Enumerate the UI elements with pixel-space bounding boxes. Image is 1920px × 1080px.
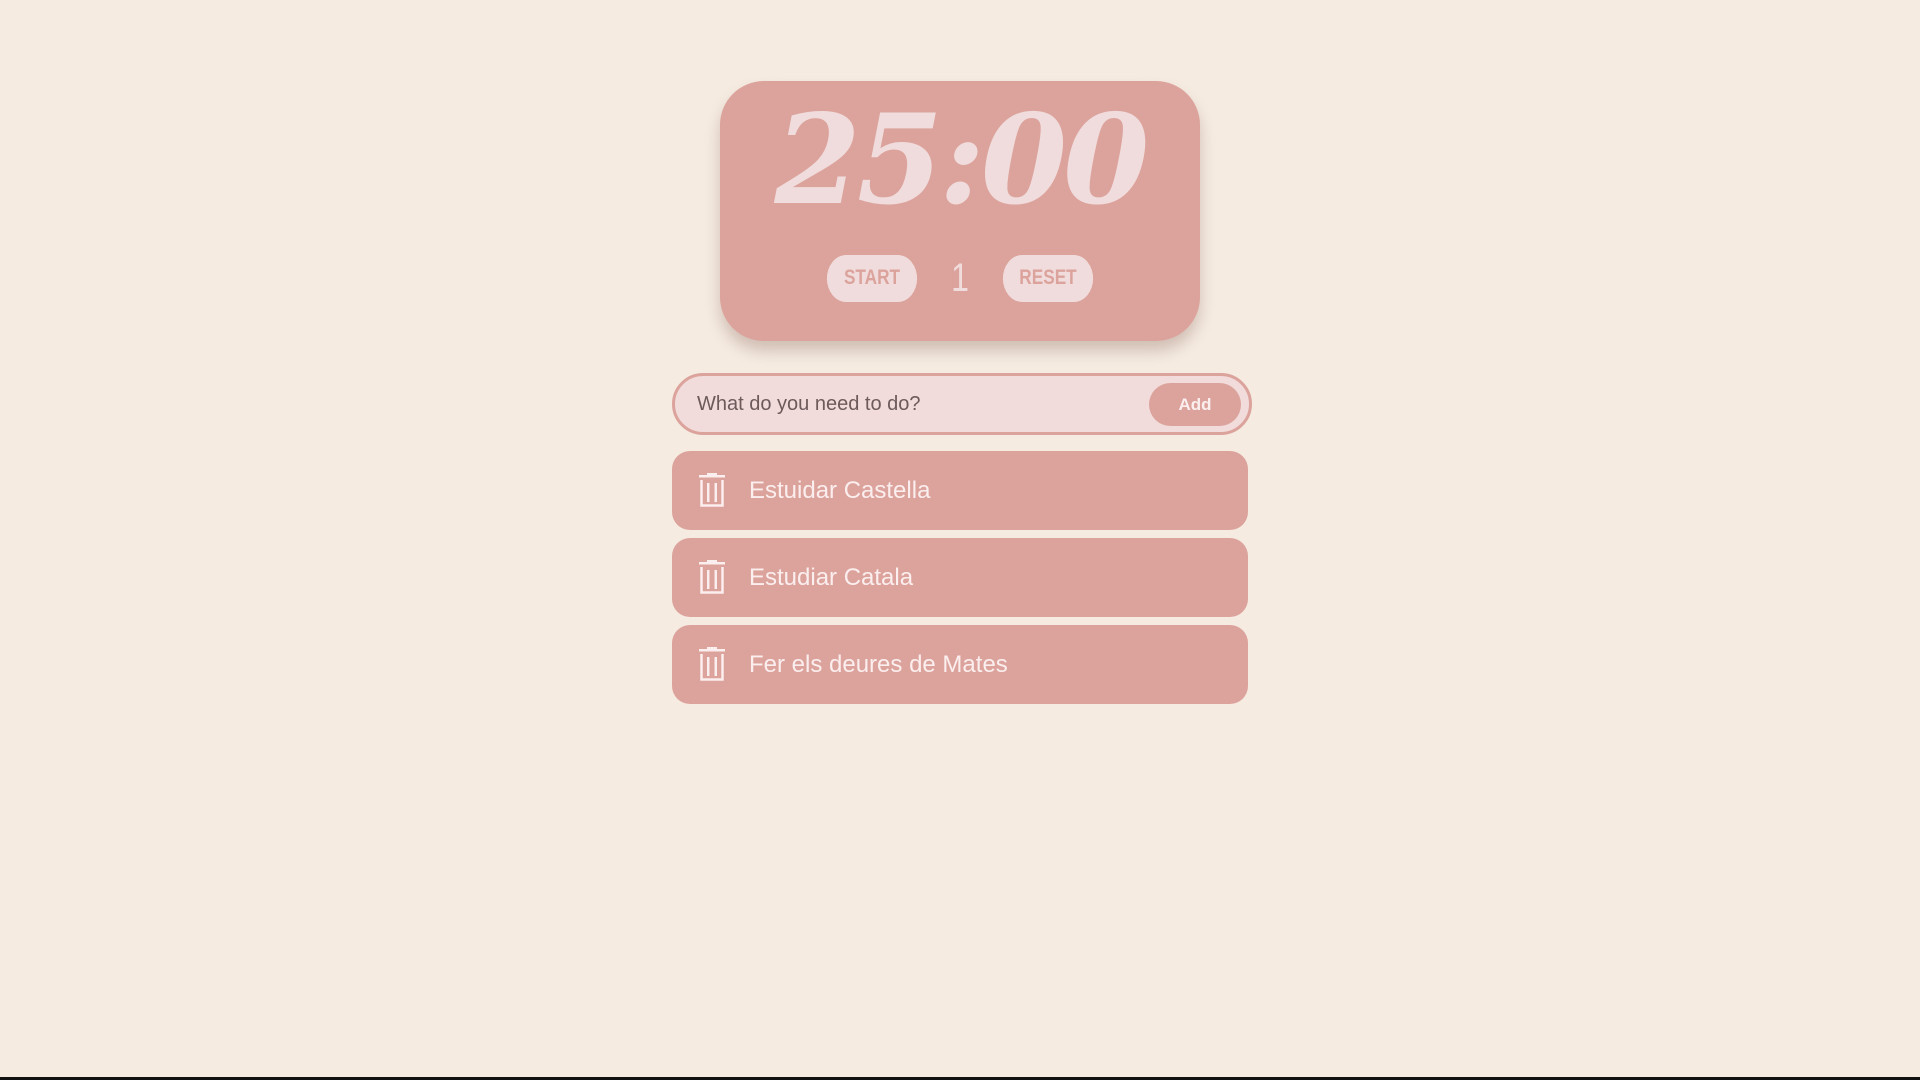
todo-item: Estuidar Castella xyxy=(672,451,1248,530)
pomodoro-app: 25:00 START 1 RESET Add Estuidar Castell… xyxy=(0,0,1920,1080)
add-button[interactable]: Add xyxy=(1149,383,1241,426)
start-button[interactable]: START xyxy=(826,254,918,302)
timer-controls: START 1 RESET xyxy=(720,254,1200,302)
trash-icon[interactable] xyxy=(698,647,726,681)
todo-form: Add xyxy=(672,373,1252,435)
reset-button[interactable]: RESET xyxy=(1002,254,1094,302)
todo-input[interactable] xyxy=(697,376,1117,432)
trash-icon[interactable] xyxy=(698,473,726,507)
todo-item: Fer els deures de Mates xyxy=(672,625,1248,704)
todo-list: Estuidar Castella Estudiar Catala Fer el… xyxy=(672,451,1248,712)
todo-text: Estuidar Castella xyxy=(749,477,931,504)
todo-text: Fer els deures de Mates xyxy=(749,651,1008,678)
session-counter: 1 xyxy=(951,256,969,300)
trash-icon[interactable] xyxy=(698,560,726,594)
todo-item: Estudiar Catala xyxy=(672,538,1248,617)
timer-card: 25:00 START 1 RESET xyxy=(720,81,1200,341)
timer-display: 25:00 xyxy=(774,88,1150,233)
todo-text: Estudiar Catala xyxy=(749,564,914,591)
